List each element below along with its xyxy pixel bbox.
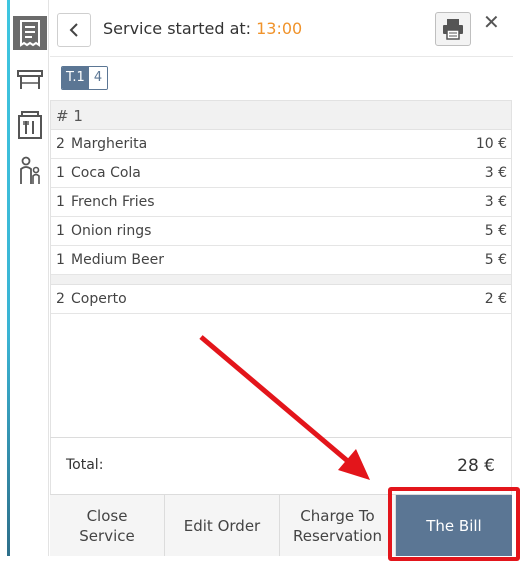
item-name: Coca Cola xyxy=(71,165,141,181)
charge-to-reservation-button[interactable]: Charge To Reservation xyxy=(280,495,396,556)
edit-order-button[interactable]: Edit Order xyxy=(165,495,280,556)
printer-icon xyxy=(443,19,463,40)
item-qty: 1 xyxy=(56,252,65,268)
item-price: 3 € xyxy=(484,194,507,210)
item-price: 2 € xyxy=(484,291,507,307)
order-row[interactable]: 2 Margherita 10 € xyxy=(50,130,511,159)
back-button[interactable] xyxy=(57,13,91,47)
extra-row[interactable]: 2 Coperto 2 € xyxy=(50,285,511,314)
close-service-button[interactable]: Close Service xyxy=(50,495,165,556)
close-service-line2: Service xyxy=(79,526,135,545)
item-name: Onion rings xyxy=(71,223,152,239)
item-price: 10 € xyxy=(475,136,507,152)
chevron-left-icon xyxy=(69,23,78,37)
close-service-line1: Close xyxy=(86,506,128,525)
group-divider xyxy=(50,275,511,285)
order-row[interactable]: 1 French Fries 3 € xyxy=(50,188,511,217)
total-value: 28 € xyxy=(457,456,495,476)
order-row[interactable]: 1 Medium Beer 5 € xyxy=(50,246,511,275)
charge-line1: Charge To xyxy=(300,506,375,525)
print-button[interactable] xyxy=(435,12,471,46)
title-prefix: Service started at: xyxy=(103,19,257,38)
receipt-icon[interactable] xyxy=(13,16,47,50)
kitchen-icon[interactable] xyxy=(13,108,47,142)
order-group-title: # 1 xyxy=(50,100,511,130)
panel-border-right xyxy=(511,100,512,495)
item-name: Margherita xyxy=(71,136,148,152)
order-row[interactable]: 1 Coca Cola 3 € xyxy=(50,159,511,188)
guest-count: 4 xyxy=(88,67,108,89)
item-price: 3 € xyxy=(484,165,507,181)
close-button[interactable]: ✕ xyxy=(483,12,500,32)
total-divider xyxy=(50,437,512,438)
table-label: T.1 xyxy=(62,67,89,89)
edit-order-label: Edit Order xyxy=(183,516,261,535)
order-list: # 1 2 Margherita 10 € 1 Coca Cola 3 € 1 … xyxy=(50,100,511,314)
total-label: Total: xyxy=(66,457,104,473)
header: Service started at: 13:00 ✕ xyxy=(50,0,513,57)
item-name: Coperto xyxy=(71,291,127,307)
charge-line2: Reservation xyxy=(293,526,382,545)
item-price: 5 € xyxy=(484,252,507,268)
table-tag: T.1 4 xyxy=(61,66,109,90)
item-qty: 2 xyxy=(56,291,65,307)
page-title: Service started at: 13:00 xyxy=(103,19,302,38)
item-price: 5 € xyxy=(484,223,507,239)
customer-icon[interactable] xyxy=(13,154,47,188)
rail-separator xyxy=(48,0,49,556)
item-qty: 1 xyxy=(56,165,65,181)
item-name: French Fries xyxy=(71,194,155,210)
order-row[interactable]: 1 Onion rings 5 € xyxy=(50,217,511,246)
table-icon[interactable] xyxy=(13,62,47,96)
start-time: 13:00 xyxy=(256,19,303,38)
annotation-highlight-box xyxy=(388,487,520,561)
item-qty: 2 xyxy=(56,136,65,152)
item-qty: 1 xyxy=(56,194,65,210)
item-qty: 1 xyxy=(56,223,65,239)
panel-border-left xyxy=(50,100,51,555)
item-name: Medium Beer xyxy=(71,252,165,268)
rail-accent-bar xyxy=(7,0,10,556)
